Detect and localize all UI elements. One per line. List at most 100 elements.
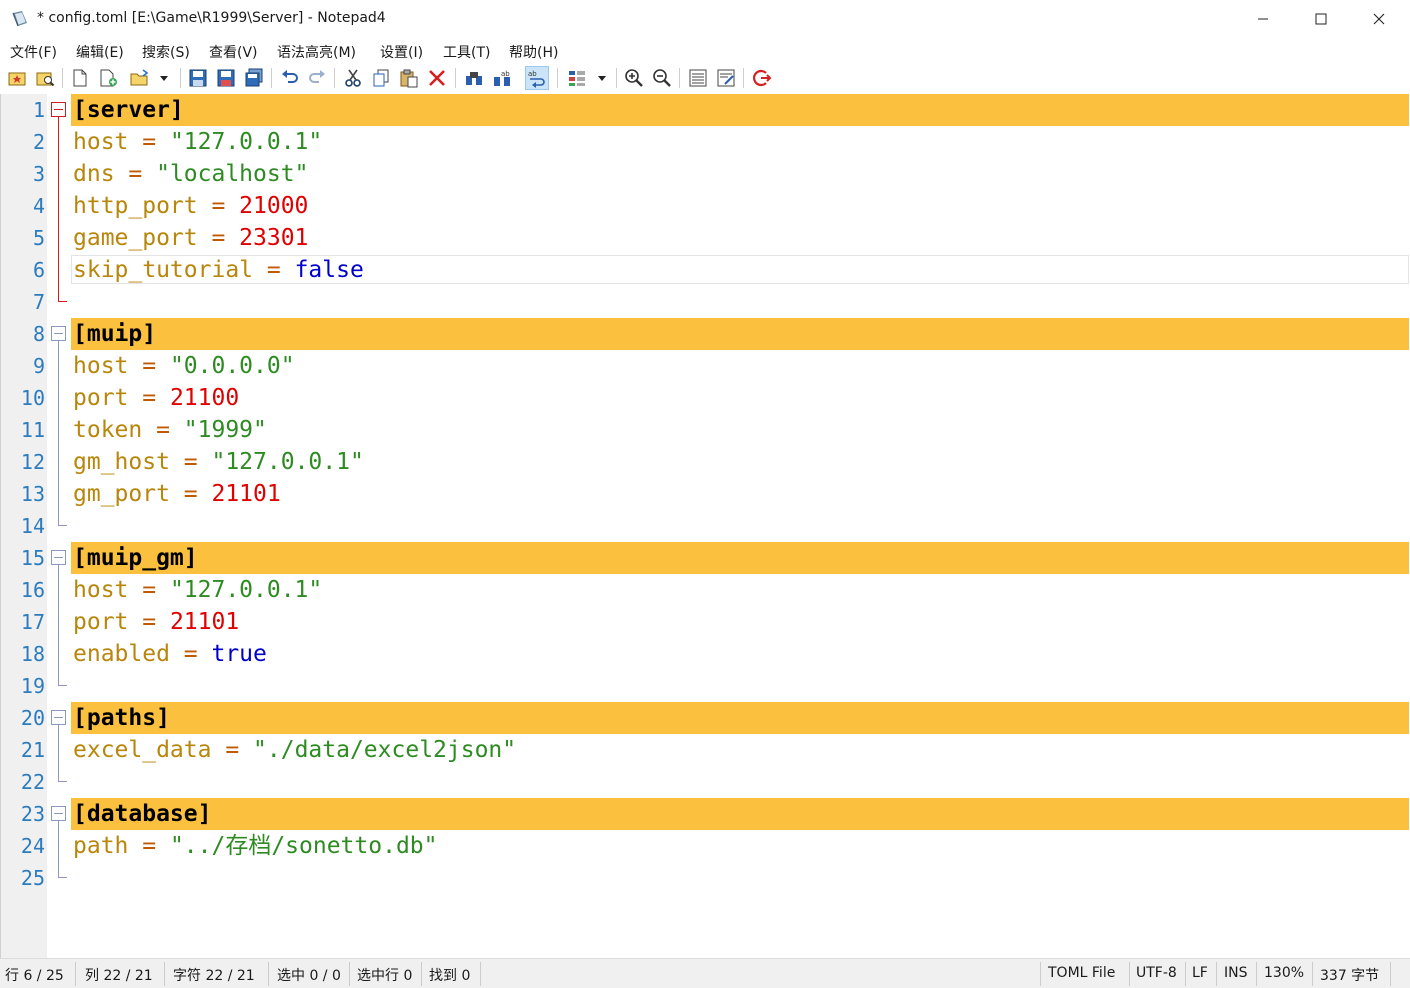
save-copy-button[interactable]: [242, 66, 266, 90]
new-file-button[interactable]: [68, 66, 92, 90]
code-line[interactable]: 3 dns = "localhost": [1, 158, 1410, 190]
delete-button[interactable]: [425, 66, 449, 90]
open-folder-icon: [130, 69, 149, 86]
menu-edit[interactable]: 编辑(E): [76, 42, 124, 62]
copy-icon: [373, 69, 389, 87]
scheme-button[interactable]: [565, 66, 589, 90]
code-text: gm_port = 21101: [73, 479, 281, 509]
browse-button[interactable]: [33, 66, 57, 90]
status-selected-lines[interactable]: 选中行 0: [357, 965, 412, 985]
code-line[interactable]: 21 excel_data = "./data/excel2json": [1, 734, 1410, 766]
status-separator: [349, 962, 350, 986]
code-line[interactable]: 22: [1, 766, 1410, 798]
menu-settings[interactable]: 设置(I): [380, 42, 423, 62]
zoom-out-button[interactable]: [650, 66, 674, 90]
editor[interactable]: 1 [server] 2 host = "127.0.0.1" 3 dns = "loca…: [0, 94, 1410, 958]
code-line[interactable]: 13 gm_port = 21101: [1, 478, 1410, 510]
redo-button[interactable]: [305, 66, 329, 90]
word-wrap-toggle[interactable]: ab: [525, 66, 549, 90]
code-text: gm_host = "127.0.0.1": [73, 447, 364, 477]
section-header-line[interactable]: 20 [paths]: [1, 702, 1410, 734]
fold-end: [58, 877, 67, 878]
find-button[interactable]: [462, 66, 486, 90]
exit-button[interactable]: [750, 66, 774, 90]
cut-button[interactable]: [341, 66, 365, 90]
code-text: [muip]: [73, 319, 156, 349]
scheme-dropdown-button[interactable]: [594, 66, 610, 90]
maximize-button[interactable]: [1292, 0, 1350, 38]
status-encoding[interactable]: UTF-8: [1136, 965, 1177, 981]
code-line[interactable]: 5 game_port = 23301: [1, 222, 1410, 254]
code-line[interactable]: 9 host = "0.0.0.0": [1, 350, 1410, 382]
save-button[interactable]: [186, 66, 210, 90]
section-header-line[interactable]: 1 [server]: [1, 94, 1410, 126]
status-line[interactable]: 行 6 / 25: [5, 965, 64, 985]
code-line[interactable]: 18 enabled = true: [1, 638, 1410, 670]
status-found[interactable]: 找到 0: [429, 965, 470, 985]
code-line[interactable]: 10 port = 21100: [1, 382, 1410, 414]
open-button[interactable]: [128, 66, 152, 90]
config-key: excel_data: [73, 737, 212, 763]
code-line[interactable]: 17 port = 21101: [1, 606, 1410, 638]
zoom-in-button[interactable]: [622, 66, 646, 90]
menu-file[interactable]: 文件(F): [10, 42, 57, 62]
code-line[interactable]: 16 host = "127.0.0.1": [1, 574, 1410, 606]
paste-button[interactable]: [397, 66, 421, 90]
close-button[interactable]: [1350, 0, 1408, 38]
menu-view[interactable]: 查看(V): [209, 42, 258, 62]
config-key: gm_port: [73, 481, 170, 507]
status-zoom[interactable]: 130%: [1264, 965, 1304, 981]
fold-line: [58, 341, 59, 525]
code-line[interactable]: 12 gm_host = "127.0.0.1": [1, 446, 1410, 478]
menu-tools[interactable]: 工具(T): [443, 42, 490, 62]
status-ins[interactable]: INS: [1224, 965, 1248, 981]
config-key: dns: [73, 161, 115, 187]
equals-operator: =: [114, 161, 157, 187]
line-number: 11: [20, 418, 45, 442]
minimize-button[interactable]: [1234, 0, 1292, 38]
section-name: [database]: [73, 801, 212, 827]
code-text: http_port = 21000: [73, 191, 308, 221]
section-header-line[interactable]: 8 [muip]: [1, 318, 1410, 350]
fold-toggle-icon[interactable]: [51, 326, 66, 341]
code-line[interactable]: 6 skip_tutorial = false: [1, 254, 1410, 286]
fold-line: [58, 725, 59, 781]
fold-toggle-icon[interactable]: [51, 550, 66, 565]
replace-button[interactable]: ab: [490, 66, 514, 90]
settings-list-button[interactable]: [686, 66, 710, 90]
fold-toggle-icon[interactable]: [51, 102, 66, 117]
line-number: 22: [20, 770, 45, 794]
code-line[interactable]: 7: [1, 286, 1410, 318]
new-window-button[interactable]: [96, 66, 120, 90]
menu-help[interactable]: 帮助(H): [509, 42, 558, 62]
fold-toggle-icon[interactable]: [51, 710, 66, 725]
fold-toggle-icon[interactable]: [51, 806, 66, 821]
copy-button[interactable]: [369, 66, 393, 90]
code-line[interactable]: 4 http_port = 21000: [1, 190, 1410, 222]
paste-icon: [400, 69, 418, 88]
section-highlight: [71, 542, 1409, 574]
code-line[interactable]: 19: [1, 670, 1410, 702]
save-as-button[interactable]: [214, 66, 238, 90]
status-column[interactable]: 列 22 / 21: [85, 965, 153, 985]
customize-button[interactable]: [714, 66, 738, 90]
code-line[interactable]: 25: [1, 862, 1410, 894]
status-lexer[interactable]: TOML File: [1048, 965, 1115, 981]
code-line[interactable]: 24 path = "../存档/sonetto.db": [1, 830, 1410, 862]
favorites-button[interactable]: [5, 66, 29, 90]
section-header-line[interactable]: 23 [database]: [1, 798, 1410, 830]
section-header-line[interactable]: 15 [muip_gm]: [1, 542, 1410, 574]
status-eol[interactable]: LF: [1192, 965, 1208, 981]
fold-end: [58, 685, 67, 686]
code-line[interactable]: 2 host = "127.0.0.1": [1, 126, 1410, 158]
line-number: 10: [20, 386, 45, 410]
status-char[interactable]: 字符 22 / 21: [173, 965, 255, 985]
code-line[interactable]: 14: [1, 510, 1410, 542]
code-line[interactable]: 11 token = "1999": [1, 414, 1410, 446]
status-selected[interactable]: 选中 0 / 0: [277, 965, 341, 985]
menu-syntax[interactable]: 语法高亮(M): [277, 42, 356, 62]
undo-button[interactable]: [278, 66, 302, 90]
open-dropdown-button[interactable]: [156, 66, 172, 90]
status-separator: [421, 962, 422, 986]
menu-search[interactable]: 搜索(S): [142, 42, 190, 62]
